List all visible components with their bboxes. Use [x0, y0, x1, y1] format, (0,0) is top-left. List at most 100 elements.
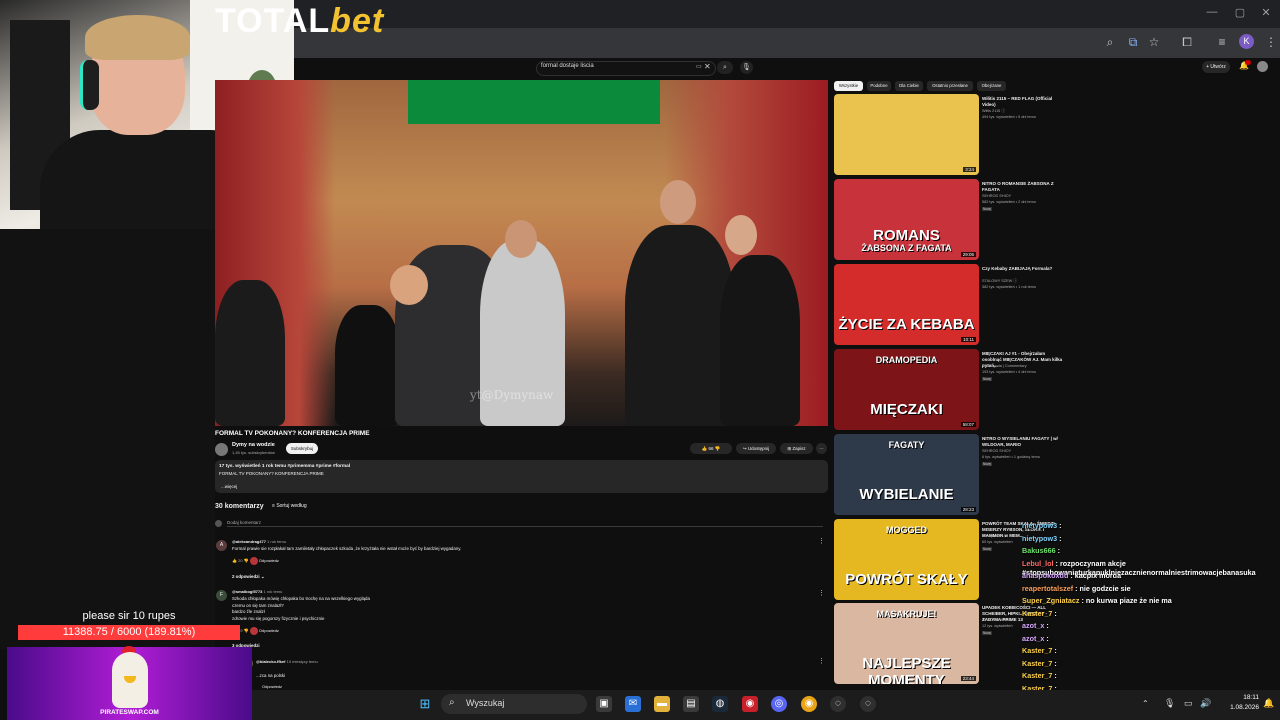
- recommendation-channel[interactable]: SEHROD SHIOY: [982, 449, 1011, 453]
- chip-recently-uploaded[interactable]: Ostatnio przesłane: [927, 81, 973, 91]
- search-icon[interactable]: ⌕: [717, 61, 733, 74]
- obs-icon[interactable]: ◌: [830, 696, 846, 712]
- microphone-icon[interactable]: 🎙: [740, 61, 753, 74]
- recommendation-channel[interactable]: chumugoda | Commentary: [982, 364, 1027, 368]
- chat-username[interactable]: Kaster_7: [1022, 609, 1052, 618]
- chat-username[interactable]: Kaster_7: [1022, 659, 1052, 668]
- channel-name[interactable]: Dymy na wodzie: [232, 442, 275, 448]
- bookmark-star-icon[interactable]: ☆: [1146, 34, 1162, 50]
- comment-author[interactable]: @smalbogl5773 1 rok temu: [232, 589, 282, 594]
- maximize-icon[interactable]: ▢: [1232, 6, 1248, 20]
- comment-avatar[interactable]: F: [216, 590, 227, 601]
- recommendation-thumbnail[interactable]: MOGGED POWRÓT SKAŁY: [834, 519, 979, 600]
- file-explorer-icon[interactable]: ▬: [654, 696, 670, 712]
- chevron-up-icon[interactable]: ⌃: [1142, 699, 1149, 708]
- chat-username[interactable]: Kaster_7: [1022, 646, 1052, 655]
- create-button[interactable]: + Utwórz: [1202, 61, 1230, 73]
- notification-center-icon[interactable]: 🔔: [1263, 698, 1274, 709]
- recommendation-thumbnail[interactable]: ŻABSONA Z FAGATA ROMANS 29:06: [834, 179, 979, 260]
- recommendation-channel[interactable]: STALOWY SZEW ⓘ: [982, 279, 1017, 284]
- mail-icon[interactable]: ✉: [625, 696, 641, 712]
- add-comment-input[interactable]: Dodaj komentarz: [227, 520, 823, 527]
- comment-menu-icon[interactable]: ⋮: [818, 537, 825, 545]
- recommendation-thumbnail[interactable]: 3:24: [834, 94, 979, 175]
- chip-for-you[interactable]: Dla Ciebie: [895, 81, 923, 91]
- chip-related[interactable]: Podobne: [867, 81, 891, 91]
- network-icon[interactable]: ▭: [1184, 698, 1193, 709]
- volume-icon[interactable]: 🔊: [1200, 698, 1211, 709]
- recommendation-channel[interactable]: SubSpacePLO: [982, 534, 1007, 538]
- recommendation-title[interactable]: NITRO O ROMANSIE ŻABSONA Z FAGATA: [982, 181, 1066, 193]
- more-actions-icon[interactable]: ⋯: [816, 443, 827, 454]
- recommendation-title[interactable]: Czy Kebaby ZABIJAJĄ Formala?: [982, 266, 1066, 272]
- reply-button[interactable]: Odpowiedz: [259, 558, 279, 563]
- comment-author[interactable]: @bialecko.ffkef 10 miesięcy temu: [256, 659, 318, 664]
- save-button[interactable]: ⊞ Zapisz: [780, 443, 813, 454]
- chat-username[interactable]: ahaspokoxdd: [1022, 571, 1068, 580]
- extensions-icon[interactable]: ⧠: [1179, 34, 1195, 50]
- chip-watched[interactable]: Obejrzane: [977, 81, 1006, 91]
- media-controls-icon[interactable]: ≡: [1214, 34, 1230, 50]
- sort-comments-button[interactable]: ≡ Sortuj według: [272, 503, 307, 509]
- show-replies-button[interactable]: 2 odpowiedzi ⌄: [232, 574, 265, 580]
- recommendation-channel[interactable]: SEHROD SHIOY: [982, 194, 1011, 198]
- dislike-icon[interactable]: 👎: [244, 628, 250, 633]
- recommendation-thumbnail[interactable]: MASAKRUJE! NAJLEPSZE MOMENTY 23:44: [834, 603, 979, 684]
- chat-username[interactable]: azot_x: [1022, 634, 1044, 643]
- store-icon[interactable]: ▤: [683, 696, 699, 712]
- zoom-icon[interactable]: ⌕: [1102, 34, 1118, 50]
- recommendation-title[interactable]: Wiłitis 2115 – RED FLAG (Official Video): [982, 96, 1066, 108]
- youtube-account-avatar[interactable]: [1257, 61, 1268, 72]
- comment-menu-icon[interactable]: ⋮: [818, 657, 825, 665]
- obs-icon[interactable]: ◌: [860, 696, 876, 712]
- chat-username[interactable]: Super_Zgniatacz: [1022, 596, 1080, 605]
- taskbar-date[interactable]: 1.08.2026: [1218, 704, 1259, 711]
- share-button[interactable]: ↪ Udostępnij: [736, 443, 776, 454]
- recommendation-title[interactable]: NITRO O WYSIELANIU FAGATY | w/ WILDOAR, …: [982, 436, 1066, 448]
- keyboard-icon[interactable]: ▭: [696, 63, 702, 70]
- recommendation-channel[interactable]: ALOOKONKURS: [982, 618, 1011, 622]
- chat-username[interactable]: azot_x: [1022, 621, 1044, 630]
- chat-username[interactable]: Bakus666: [1022, 546, 1056, 555]
- chat-username[interactable]: nietypow3: [1022, 521, 1057, 530]
- taskbar-search[interactable]: [441, 694, 587, 714]
- chrome-icon[interactable]: ◉: [801, 696, 817, 712]
- like-icon[interactable]: 👍: [702, 446, 708, 451]
- minimize-icon[interactable]: —: [1204, 6, 1220, 20]
- close-window-icon[interactable]: ✕: [1258, 6, 1274, 20]
- video-player[interactable]: [215, 80, 828, 426]
- recommendation-thumbnail[interactable]: ŻYCIE ZA KEBABA 10:11: [834, 264, 979, 345]
- dislike-icon[interactable]: 👎: [244, 558, 250, 563]
- recommendation-channel[interactable]: Witils 2115 ⓘ: [982, 109, 1005, 114]
- chip-all[interactable]: Wszystkie: [834, 81, 863, 91]
- recommendation-thumbnail[interactable]: FAGATY WYBIELANIE 28:23: [834, 434, 979, 515]
- taskbar-time[interactable]: 18:11: [1223, 694, 1259, 701]
- recommendation-thumbnail[interactable]: DRAMOPEDIA MIĘCZAKI 58:07: [834, 349, 979, 430]
- comment-author[interactable]: @alekxandrag477 1 rok temu: [232, 539, 286, 544]
- like-icon[interactable]: 👍: [232, 558, 237, 563]
- subscribe-button[interactable]: Subskrybuj: [286, 443, 318, 454]
- comment-menu-icon[interactable]: ⋮: [818, 589, 825, 597]
- comment-avatar[interactable]: A: [216, 540, 227, 551]
- app-icon[interactable]: ◉: [742, 696, 758, 712]
- browser-menu-icon[interactable]: ⋮: [1263, 34, 1279, 50]
- channel-avatar[interactable]: [215, 443, 228, 456]
- steam-icon[interactable]: ◍: [712, 696, 728, 712]
- chat-username[interactable]: Kaster_7: [1022, 671, 1052, 680]
- task-view-icon[interactable]: ▣: [596, 696, 612, 712]
- discord-icon[interactable]: ◎: [771, 696, 787, 712]
- reply-button[interactable]: Odpowiedz: [259, 628, 279, 633]
- like-dislike-button[interactable]: 👍 66 👎: [690, 443, 732, 454]
- microphone-icon[interactable]: 🎙: [1164, 698, 1175, 709]
- chat-username[interactable]: nietypow3: [1022, 534, 1057, 543]
- chat-username[interactable]: reapertotalszef: [1022, 584, 1073, 593]
- install-app-icon[interactable]: ⧉: [1125, 34, 1141, 50]
- chat-username[interactable]: Lebul_lol: [1022, 559, 1054, 568]
- dislike-icon[interactable]: 👎: [715, 446, 721, 451]
- description-more-link[interactable]: ...więcej: [221, 484, 237, 489]
- clear-search-icon[interactable]: ✕: [704, 62, 711, 71]
- search-query[interactable]: formal dostaje liscia: [541, 63, 594, 69]
- reply-button[interactable]: Odpowiedz: [262, 684, 282, 689]
- start-button-icon[interactable]: ⊞: [417, 696, 433, 712]
- profile-avatar[interactable]: K: [1239, 34, 1254, 49]
